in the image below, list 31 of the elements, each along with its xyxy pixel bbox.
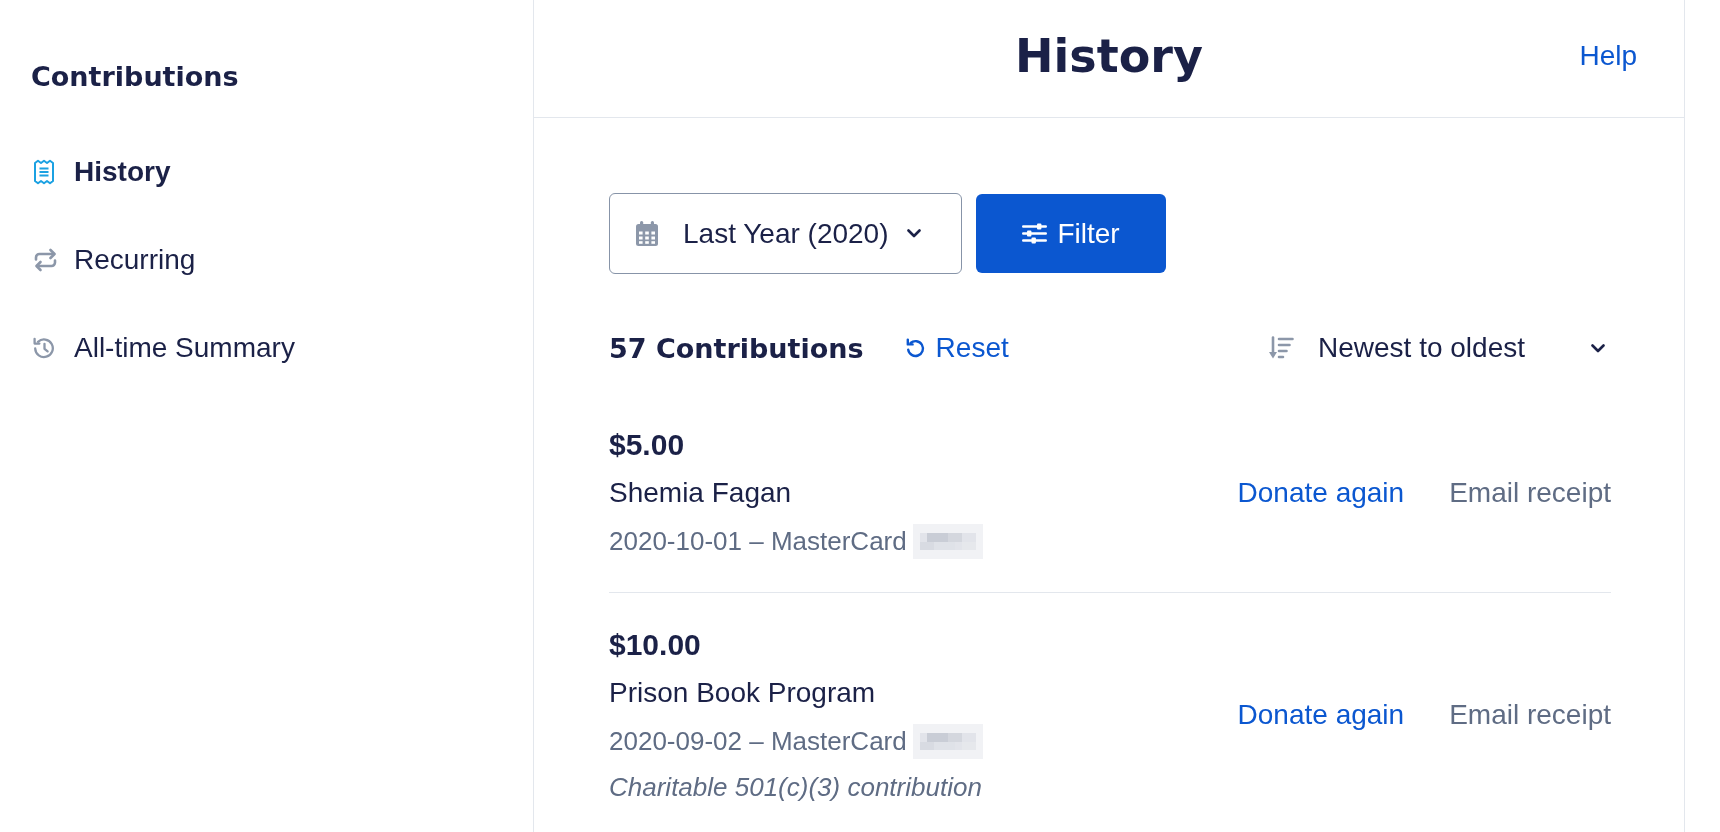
recipient-name: Shemia Fagan	[609, 476, 792, 510]
reset-link[interactable]: Reset	[905, 332, 1009, 364]
date-range-dropdown[interactable]: Last Year (2020)	[609, 193, 962, 274]
chevron-down-icon	[1591, 343, 1605, 353]
sidebar-item[interactable]: All-time Summary	[31, 304, 295, 392]
repeat-arrows-icon	[33, 248, 58, 272]
sidebar-item[interactable]: Recurring	[31, 216, 196, 304]
chevron-down-icon	[906, 229, 921, 238]
contribution-amount: $5.00	[609, 427, 685, 463]
contribution-amount: $10.00	[609, 627, 701, 663]
reset-icon	[905, 338, 925, 358]
filter-button[interactable]: Filter	[976, 194, 1166, 273]
recipient-name: Prison Book Program	[609, 676, 876, 710]
payment-details: 2020-10-01 – MasterCard	[609, 525, 907, 558]
sort-dropdown[interactable]: Newest to oldest	[1268, 332, 1611, 364]
receipt-icon	[33, 159, 55, 185]
history-icon	[33, 337, 55, 359]
donate-again-link[interactable]: Donate again	[1237, 477, 1405, 509]
sidebar-item[interactable]: History	[31, 128, 171, 216]
results-count: 57 Contributions	[609, 332, 864, 364]
page-title: History	[1015, 27, 1203, 84]
payment-details: 2020-09-02 – MasterCard	[609, 725, 907, 758]
sort-descending-icon	[1268, 336, 1294, 360]
help-link[interactable]: Help	[1579, 39, 1637, 72]
donate-again-link[interactable]: Donate again	[1237, 699, 1405, 731]
email-receipt-link[interactable]: Email receipt	[1449, 699, 1611, 731]
tax-note: Charitable 501(c)(3) contribution	[609, 771, 982, 804]
sidebar-title: Contributions	[31, 60, 239, 94]
sliders-icon	[1022, 223, 1048, 244]
calendar-icon	[636, 221, 658, 246]
email-receipt-link[interactable]: Email receipt	[1449, 477, 1611, 509]
